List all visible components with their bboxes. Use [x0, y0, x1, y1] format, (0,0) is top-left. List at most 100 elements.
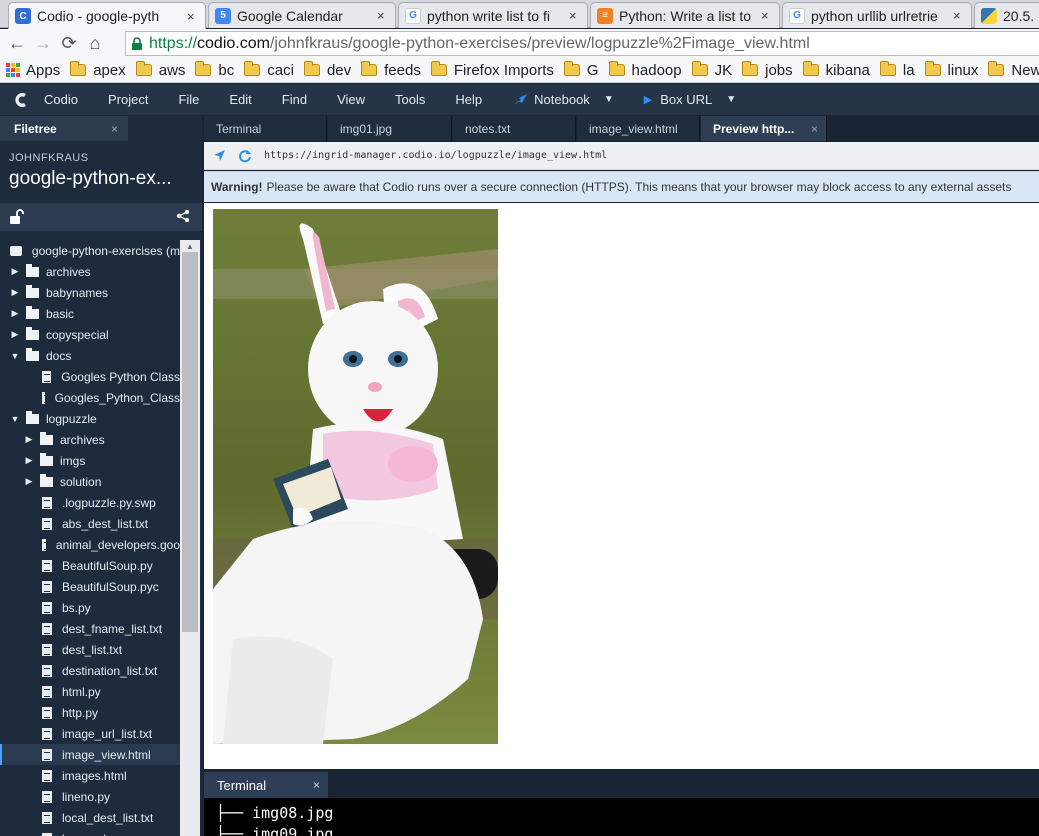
close-icon[interactable]: ×	[953, 8, 965, 23]
filetree-tab[interactable]: Filetree ×	[0, 116, 128, 141]
tree-folder[interactable]: ▼ logpuzzle	[0, 408, 180, 429]
codio-logo-icon[interactable]	[0, 91, 44, 109]
bookmark-folder-jobs[interactable]: jobs	[742, 61, 793, 79]
bookmark-folder-apex[interactable]: apex	[70, 61, 126, 79]
boxurl-button[interactable]: ▶ Box URL ▼	[644, 92, 736, 107]
browser-tab-search-write-list[interactable]: G python write list to fi ×	[398, 2, 588, 28]
tree-file[interactable]: bs.py	[0, 597, 180, 618]
close-icon[interactable]: ×	[111, 122, 118, 136]
menu-help[interactable]: Help	[455, 92, 482, 107]
close-icon[interactable]: ×	[569, 8, 581, 23]
menu-view[interactable]: View	[337, 92, 365, 107]
menu-file[interactable]: File	[178, 92, 199, 107]
bookmark-apps[interactable]: Apps	[6, 62, 60, 79]
close-icon[interactable]: ×	[313, 778, 320, 792]
tree-folder[interactable]: ▶ babynames	[0, 282, 180, 303]
bookmark-folder-g[interactable]: G	[563, 61, 599, 79]
close-icon[interactable]: ×	[761, 8, 773, 23]
caret-right-icon[interactable]: ▶	[10, 266, 20, 277]
caret-right-icon[interactable]: ▶	[10, 329, 20, 340]
tree-file[interactable]: dest_fname_list.txt	[0, 618, 180, 639]
menu-codio[interactable]: Codio	[44, 92, 78, 107]
scrollbar-thumb[interactable]	[182, 252, 198, 632]
tab-notes[interactable]: notes.txt	[453, 116, 576, 141]
close-icon[interactable]: ×	[187, 9, 199, 24]
tree-file[interactable]: images.html	[0, 765, 180, 786]
tree-file[interactable]: lineno.py	[0, 786, 180, 807]
tab-image-view[interactable]: image_view.html	[577, 116, 700, 141]
tree-folder[interactable]: ▶ archives	[0, 429, 180, 450]
caret-right-icon[interactable]: ▶	[24, 434, 34, 445]
bookmark-folder-kibana[interactable]: kibana	[802, 61, 870, 79]
tree-folder[interactable]: ▶ copyspecial	[0, 324, 180, 345]
preview-url[interactable]: https://ingrid-manager.codio.io/logpuzzl…	[264, 150, 607, 161]
caret-right-icon[interactable]: ▶	[24, 455, 34, 466]
close-icon[interactable]: ×	[377, 8, 389, 23]
navigate-icon[interactable]	[206, 149, 232, 162]
terminal-output[interactable]: ├── img08.jpg ├── img09.jpg	[204, 798, 1039, 836]
caret-right-icon[interactable]: ▶	[10, 308, 20, 319]
tree-file[interactable]: abs_dest_list.txt	[0, 513, 180, 534]
unlock-icon[interactable]	[9, 209, 25, 225]
home-icon[interactable]: ⌂	[82, 31, 108, 57]
caret-down-icon[interactable]: ▼	[10, 351, 20, 361]
tree-file[interactable]: BeautifulSoup.pyc	[0, 576, 180, 597]
tree-folder[interactable]: ▶ archives	[0, 261, 180, 282]
back-arrow-icon[interactable]: ←	[4, 31, 30, 57]
reload-icon[interactable]: ⟳	[56, 31, 82, 57]
bookmark-folder-linux[interactable]: linux	[924, 61, 978, 79]
tree-folder[interactable]: ▶ basic	[0, 303, 180, 324]
notebook-button[interactable]: Notebook ▼	[512, 92, 614, 107]
tree-file[interactable]: .logpuzzle.py.swp	[0, 492, 180, 513]
tree-file[interactable]: destination_list.txt	[0, 660, 180, 681]
browser-tab-codio[interactable]: C Codio - google-pyth ×	[8, 2, 206, 29]
tab-img01[interactable]: img01.jpg	[328, 116, 452, 141]
tab-terminal[interactable]: Terminal	[204, 116, 327, 141]
bookmark-folder-aws[interactable]: aws	[135, 61, 185, 79]
tree-file[interactable]: animal_developers.goo	[0, 534, 180, 555]
forward-arrow-icon[interactable]: →	[30, 31, 56, 57]
bookmark-folder-feeds[interactable]: feeds	[361, 61, 421, 79]
refresh-icon[interactable]	[232, 149, 258, 163]
bookmark-folder-firefox-imports[interactable]: Firefox Imports	[430, 61, 554, 79]
browser-tab-calendar[interactable]: 5 Google Calendar ×	[208, 2, 396, 28]
browser-tab-python-docs[interactable]: 20.5. u	[974, 2, 1039, 28]
share-icon[interactable]	[176, 209, 190, 223]
tree-file[interactable]: Googles_Python_Class	[0, 387, 180, 408]
caret-right-icon[interactable]: ▶	[10, 287, 20, 298]
tree-file[interactable]: Googles Python Class	[0, 366, 180, 387]
menu-project[interactable]: Project	[108, 92, 148, 107]
bookmark-folder-new[interactable]: New	[988, 61, 1039, 79]
menu-edit[interactable]: Edit	[229, 92, 251, 107]
tree-file[interactable]: local_dest_list.txt	[0, 807, 180, 828]
bookmark-folder-bc[interactable]: bc	[195, 61, 234, 79]
caret-down-icon[interactable]: ▼	[10, 414, 20, 424]
tab-preview[interactable]: Preview http... ×	[701, 116, 827, 141]
menu-find[interactable]: Find	[282, 92, 307, 107]
tree-file[interactable]: image_url_list.txt	[0, 723, 180, 744]
url-input[interactable]: https://codio.com/johnfkraus/google-pyth…	[125, 31, 1039, 56]
bookmark-folder-hadoop[interactable]: hadoop	[608, 61, 682, 79]
tree-file[interactable]: BeautifulSoup.py	[0, 555, 180, 576]
bookmark-folder-la[interactable]: la	[879, 61, 915, 79]
bookmark-folder-caci[interactable]: caci	[244, 61, 294, 79]
tree-file[interactable]: html.py	[0, 681, 180, 702]
tree-folder[interactable]: ▶ solution	[0, 471, 180, 492]
close-icon[interactable]: ×	[811, 122, 818, 136]
tree-folder[interactable]: google-python-exercises (m	[0, 240, 180, 261]
tree-file[interactable]: image_view.html	[0, 744, 180, 765]
browser-tab-stackoverflow[interactable]: ≡ Python: Write a list to ×	[590, 2, 780, 28]
filetree-scrollbar[interactable]: ▲	[180, 240, 200, 836]
tree-file[interactable]: dest_list.txt	[0, 639, 180, 660]
browser-tab-search-urlretrieve[interactable]: G python urllib urlretrie ×	[782, 2, 972, 28]
menu-tools[interactable]: Tools	[395, 92, 425, 107]
tree-file[interactable]: logpuzzle.py	[0, 828, 180, 836]
caret-right-icon[interactable]: ▶	[24, 476, 34, 487]
tree-folder[interactable]: ▶ imgs	[0, 450, 180, 471]
tab-terminal-bottom[interactable]: Terminal ×	[204, 772, 328, 798]
bookmark-folder-jk[interactable]: JK	[691, 61, 732, 79]
tree-folder[interactable]: ▼ docs	[0, 345, 180, 366]
bookmark-folder-dev[interactable]: dev	[303, 61, 351, 79]
scroll-up-icon[interactable]: ▲	[186, 242, 194, 251]
tree-file[interactable]: http.py	[0, 702, 180, 723]
